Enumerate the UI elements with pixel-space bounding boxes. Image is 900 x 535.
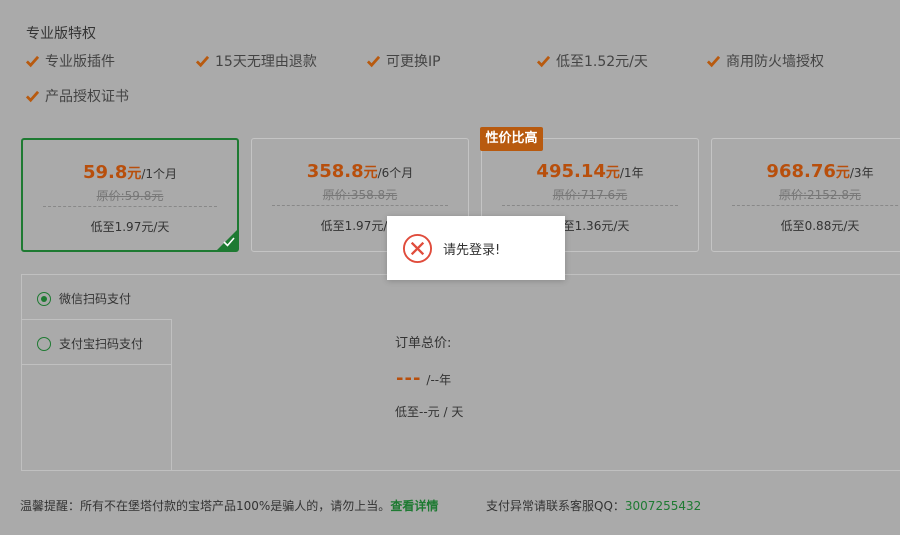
checkmark-icon xyxy=(196,55,209,67)
pay-option-alipay[interactable]: 支付宝扫码支付 xyxy=(37,335,143,352)
toast-message: 请先登录! xyxy=(443,242,501,258)
pay-option-label: 微信扫码支付 xyxy=(59,292,132,306)
feature-label: 产品授权证书 xyxy=(45,89,129,105)
order-total-label: 订单总价: xyxy=(395,336,452,351)
plan-daily-price: 低至1.97元/天 xyxy=(90,220,170,234)
order-total-price: --- /--年 xyxy=(396,368,452,389)
checkmark-icon xyxy=(707,55,720,67)
plan-price: 59.8元/1个月 xyxy=(82,162,178,183)
checkmark-icon xyxy=(26,55,39,67)
pay-option-label: 支付宝扫码支付 xyxy=(59,337,144,351)
checkmark-icon xyxy=(537,55,550,67)
feature-item: 专业版插件 xyxy=(26,51,115,71)
feature-item: 商用防火墙授权 xyxy=(707,51,824,71)
divider xyxy=(502,205,678,206)
plan-price: 968.76元/3年 xyxy=(766,161,874,182)
checkmark-icon xyxy=(367,55,380,67)
feature-label: 可更换IP xyxy=(386,54,441,70)
plan-daily-price: 低至0.88元/天 xyxy=(780,219,860,233)
feature-item: 产品授权证书 xyxy=(26,86,129,106)
details-link[interactable]: 查看详情 xyxy=(390,499,438,513)
divider xyxy=(732,205,900,206)
divider xyxy=(272,205,448,206)
footer-support: 支付异常请联系客服QQ：3007255432 xyxy=(486,499,702,513)
footer-tip: 温馨提醒：所有不在堡塔付款的宝塔产品100%是骗人的，请勿上当。查看详情 xyxy=(20,499,439,513)
feature-label: 商用防火墙授权 xyxy=(726,54,824,70)
selected-check-icon xyxy=(223,237,235,247)
qq-number: 3007255432 xyxy=(624,499,702,513)
order-daily-price: 低至--元 / 天 xyxy=(395,405,464,419)
feature-item: 15天无理由退款 xyxy=(196,51,317,71)
error-icon xyxy=(402,233,433,263)
plan-original-price: 原价:358.8元 xyxy=(322,188,398,202)
feature-label: 15天无理由退款 xyxy=(215,54,317,70)
plan-card-1-month[interactable]: 59.8元/1个月 原价:59.8元 低至1.97元/天 xyxy=(21,138,239,252)
feature-item: 可更换IP xyxy=(367,51,441,71)
plan-original-price: 原价:59.8元 xyxy=(96,189,164,203)
divider xyxy=(43,206,217,207)
pay-option-wechat[interactable]: 微信扫码支付 xyxy=(37,290,131,307)
plan-price: 495.14元/1年 xyxy=(536,161,644,182)
plan-original-price: 原价:717.6元 xyxy=(552,188,628,202)
checkmark-icon xyxy=(26,90,39,102)
feature-label: 低至1.52元/天 xyxy=(556,54,648,70)
divider xyxy=(21,364,172,365)
plan-price: 358.8元/6个月 xyxy=(306,161,414,182)
radio-selected[interactable] xyxy=(37,291,51,306)
features-title: 专业版特权 xyxy=(26,26,96,42)
feature-item: 低至1.52元/天 xyxy=(537,51,648,71)
plan-card-3-years[interactable]: 968.76元/3年 原价:2152.8元 低至0.88元/天 xyxy=(711,138,900,252)
plan-original-price: 原价:2152.8元 xyxy=(778,188,862,202)
feature-label: 专业版插件 xyxy=(45,54,115,70)
radio-unselected[interactable] xyxy=(37,336,51,351)
best-value-badge: 性价比高 xyxy=(480,127,543,151)
login-required-toast: 请先登录! xyxy=(387,216,565,280)
